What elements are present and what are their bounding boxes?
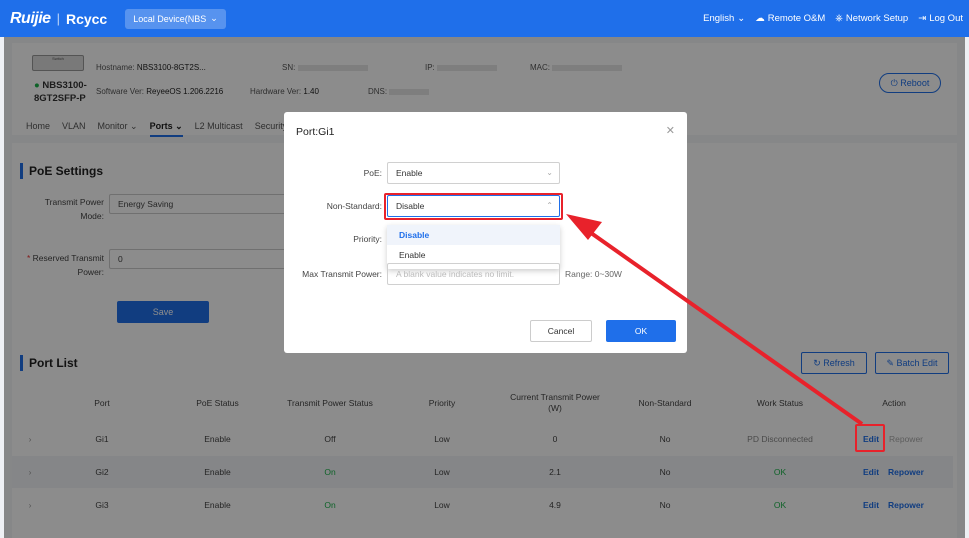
language-selector[interactable]: English ⌄ (703, 13, 745, 24)
logout-link[interactable]: ⇥ Log Out (918, 13, 963, 24)
poe-label: PoE: (363, 168, 382, 178)
cancel-button[interactable]: Cancel (530, 320, 592, 342)
top-right-menu: English ⌄ ☁ Remote O&M ⎈ Network Setup ⇥ Log… (703, 0, 963, 37)
poe-select-value: Enable (396, 168, 423, 178)
device-selector-label: Local Device(NBS (133, 13, 207, 24)
top-bar: Ruijie | Rcycc Local Device(NBS ⌄ Englis… (0, 0, 969, 37)
network-icon: ⎈ (835, 13, 843, 24)
port-edit-modal: Port:Gi1 ✕ PoE: Enable ⌄ Non-Standard: Di… (284, 112, 687, 353)
ok-button[interactable]: OK (606, 320, 676, 342)
range-hint: Range: 0~30W (565, 269, 622, 279)
logo-separator: | (56, 11, 60, 26)
close-icon[interactable]: ✕ (666, 124, 675, 137)
chevron-down-icon: ⌄ (737, 13, 746, 24)
modal-title: Port:Gi1 (296, 126, 335, 138)
ruijie-logo: Ruijie (10, 9, 51, 27)
network-setup-label: Network Setup (845, 13, 909, 24)
chevron-down-icon: ⌄ (210, 13, 218, 23)
annotation-edit-highlight (855, 424, 885, 452)
poe-select[interactable]: Enable ⌄ (387, 162, 560, 184)
max-power-placeholder: A blank value indicates no limit. (396, 269, 515, 279)
option-disable[interactable]: Disable (387, 225, 560, 245)
cloud-icon: ☁ (755, 13, 765, 24)
max-power-label: Max Transmit Power: (302, 269, 382, 279)
remote-om-label: Remote O&M (767, 13, 826, 24)
reyee-logo: Rcycc (65, 10, 108, 27)
option-enable[interactable]: Enable (387, 245, 560, 265)
remote-om-link[interactable]: ☁ Remote O&M (755, 13, 825, 24)
network-setup-link[interactable]: ⎈ Network Setup (835, 13, 908, 24)
device-selector[interactable]: Local Device(NBS ⌄ (125, 8, 226, 29)
non-standard-label: Non-Standard: (326, 201, 382, 211)
annotation-highlight-box (384, 193, 563, 220)
logout-icon: ⇥ (918, 13, 927, 24)
max-power-input[interactable]: A blank value indicates no limit. (387, 263, 560, 285)
logout-label: Log Out (929, 13, 963, 24)
language-label: English (703, 13, 735, 24)
chevron-down-icon: ⌄ (546, 168, 553, 177)
priority-label: Priority: (353, 234, 382, 244)
